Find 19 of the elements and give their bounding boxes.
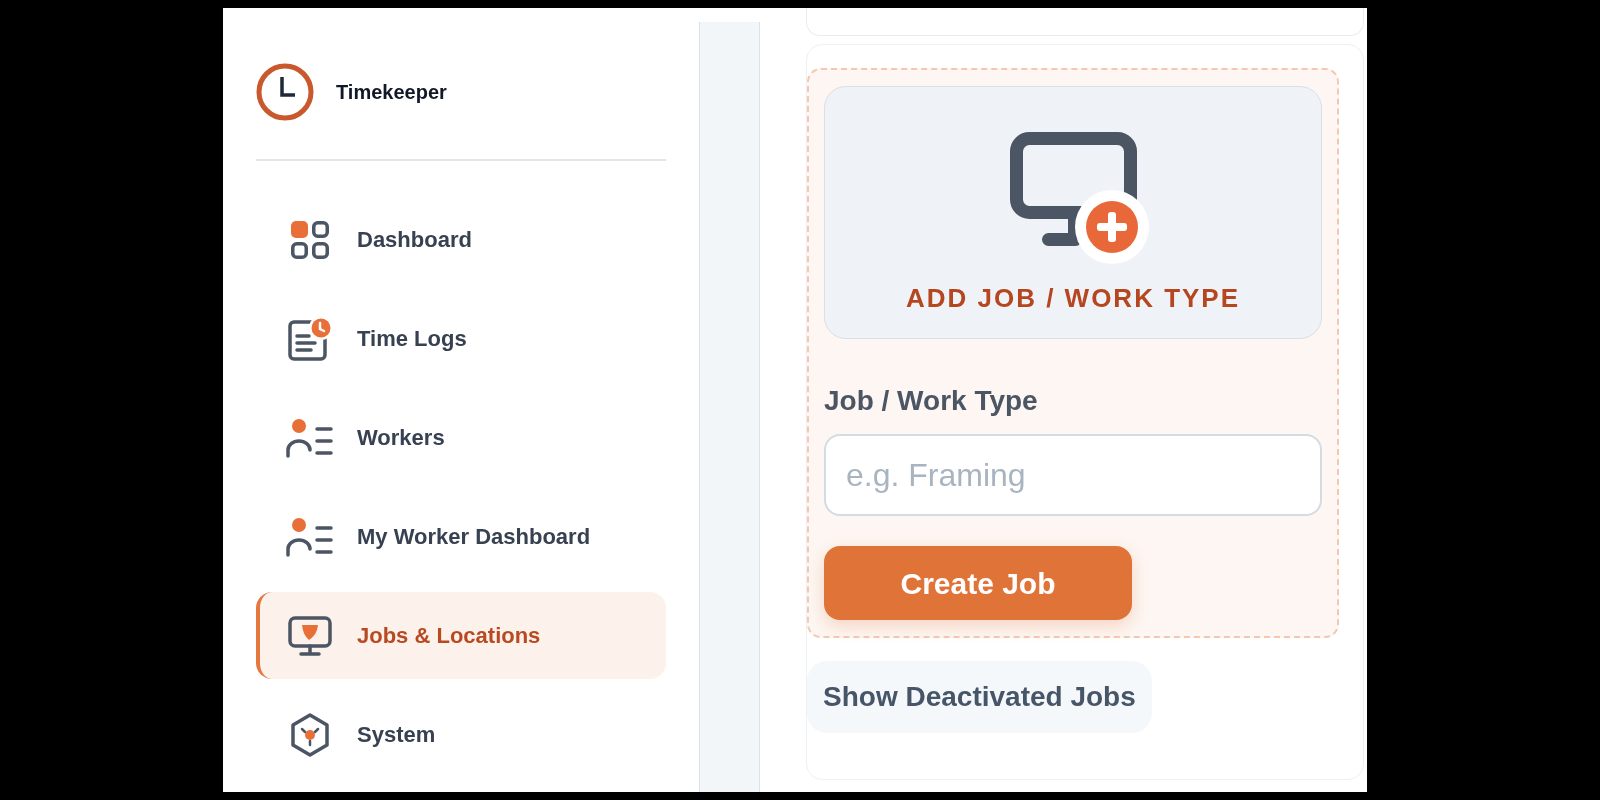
sidebar-item[interactable]: Jobs & Locations [256, 592, 666, 679]
monitor-plus-icon [1010, 132, 1150, 264]
monitor-icon [287, 614, 333, 657]
grid-icon [289, 218, 331, 261]
sidebar-item[interactable]: Workers [256, 394, 666, 481]
field-label: Job / Work Type [824, 384, 1039, 418]
hexagon-icon [289, 711, 331, 758]
clock-logo-icon [256, 63, 314, 121]
sidebar-item[interactable]: Time Logs [256, 295, 666, 382]
brand-name: Timekeeper [336, 80, 447, 104]
sidebar-item[interactable]: Dashboard [256, 196, 666, 283]
sidebar-item[interactable]: System [256, 691, 666, 778]
input-field[interactable]: e.g. Framing [824, 434, 1322, 516]
show-deactivated-button[interactable]: Show Deactivated Jobs [807, 661, 1152, 733]
sidebar-item[interactable]: My Worker Dashboard [256, 493, 666, 580]
document-clock-icon [287, 315, 333, 362]
add-job-title: ADD JOB / WORK TYPE [905, 283, 1241, 313]
person-list-icon [285, 416, 335, 459]
person-list-icon [285, 515, 335, 558]
